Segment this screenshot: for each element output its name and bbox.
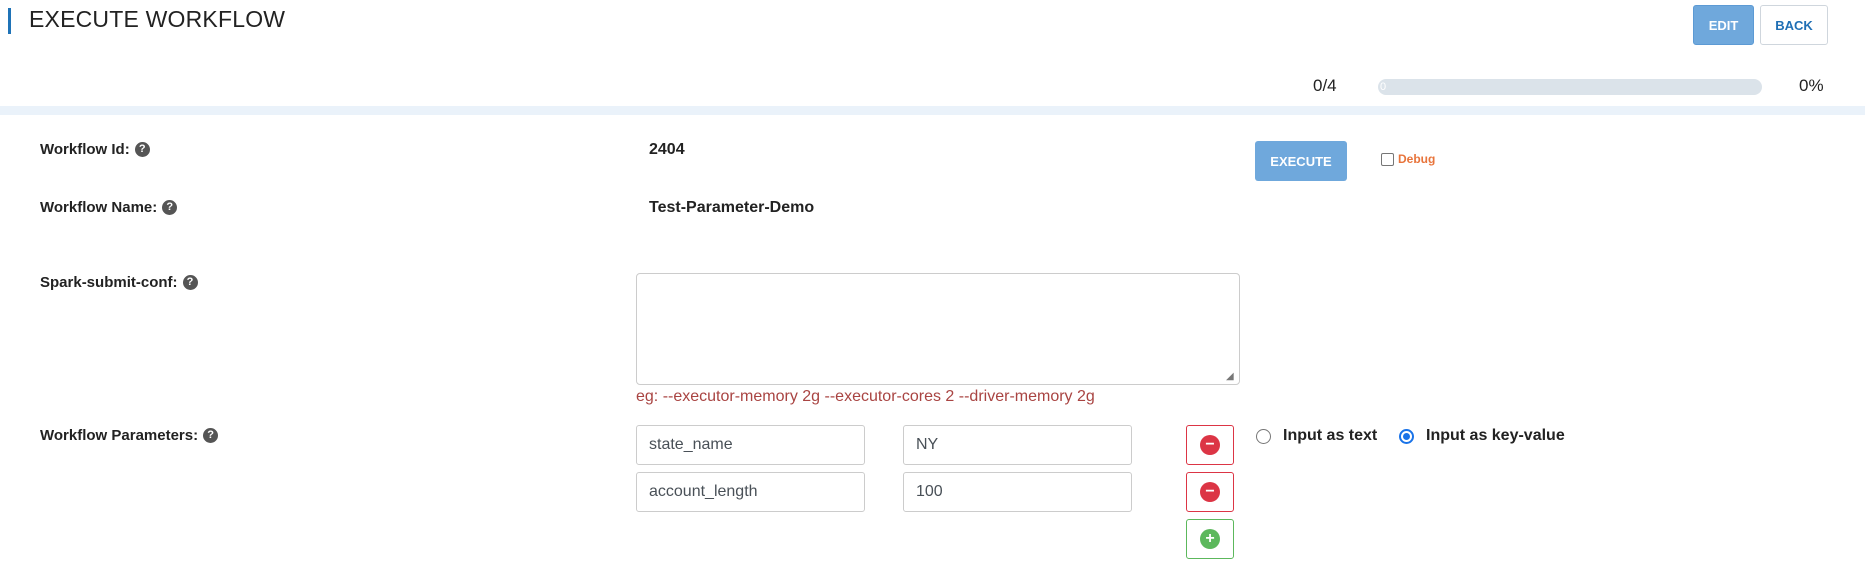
debug-toggle[interactable]: Debug [1381, 152, 1435, 166]
progress-bar-text: 0 [1380, 81, 1387, 93]
spark-conf-hint: eg: --executor-memory 2g --executor-core… [636, 388, 1095, 405]
spark-conf-label: Spark-submit-conf: ? [40, 274, 198, 291]
question-circle-icon[interactable]: ? [162, 200, 178, 215]
progress-count: 0/4 [1313, 76, 1337, 95]
param-key-input[interactable]: account_length [636, 472, 865, 512]
spark-conf-textarea[interactable] [636, 273, 1240, 385]
minus-circle-icon: − [1200, 435, 1220, 455]
question-circle-icon[interactable]: ? [134, 142, 150, 157]
input-mode-kv-option[interactable]: Input as key-value [1399, 427, 1565, 445]
section-divider [0, 106, 1865, 115]
execute-button[interactable]: EXECUTE [1255, 141, 1347, 181]
spark-conf-label-text: Spark-submit-conf: [40, 274, 178, 291]
question-circle-icon[interactable]: ? [182, 275, 198, 290]
workflow-name-value: Test-Parameter-Demo [649, 199, 815, 216]
question-circle-icon[interactable]: ? [203, 428, 219, 443]
workflow-id-label: Workflow Id: ? [40, 141, 150, 158]
page-header: EXECUTE WORKFLOW EDIT BACK 0/4 0 0% [0, 0, 1865, 106]
page-title: EXECUTE WORKFLOW [29, 6, 286, 32]
debug-label: Debug [1398, 152, 1436, 166]
param-key-input[interactable]: state_name [636, 425, 865, 465]
plus-circle-icon: + [1200, 529, 1220, 549]
input-mode-text-label: Input as text [1283, 427, 1378, 444]
minus-circle-icon: − [1200, 482, 1220, 502]
debug-checkbox[interactable] [1381, 152, 1394, 166]
workflow-name-label-text: Workflow Name: [40, 199, 158, 216]
input-mode-kv-radio[interactable] [1399, 428, 1414, 444]
workflow-params-label-text: Workflow Parameters: [40, 427, 199, 444]
progress-bar [1378, 79, 1762, 95]
param-value-input[interactable]: 100 [903, 472, 1132, 512]
remove-param-button[interactable]: − [1186, 472, 1234, 512]
title-accent-bar [8, 8, 11, 34]
edit-button[interactable]: EDIT [1693, 5, 1754, 45]
input-mode-text-radio[interactable] [1256, 428, 1271, 444]
input-mode-kv-label: Input as key-value [1426, 427, 1565, 444]
back-button[interactable]: BACK [1760, 5, 1828, 45]
workflow-params-label: Workflow Parameters: ? [40, 427, 219, 444]
progress-percent: 0% [1799, 76, 1824, 95]
input-mode-text-option[interactable]: Input as text [1256, 427, 1377, 445]
add-param-button[interactable]: + [1186, 519, 1234, 559]
remove-param-button[interactable]: − [1186, 425, 1234, 465]
resize-grip-icon[interactable]: ◢ [1226, 372, 1236, 382]
workflow-id-label-text: Workflow Id: [40, 141, 130, 158]
workflow-name-label: Workflow Name: ? [40, 199, 178, 216]
param-value-input[interactable]: NY [903, 425, 1132, 465]
workflow-id-value: 2404 [649, 141, 685, 158]
